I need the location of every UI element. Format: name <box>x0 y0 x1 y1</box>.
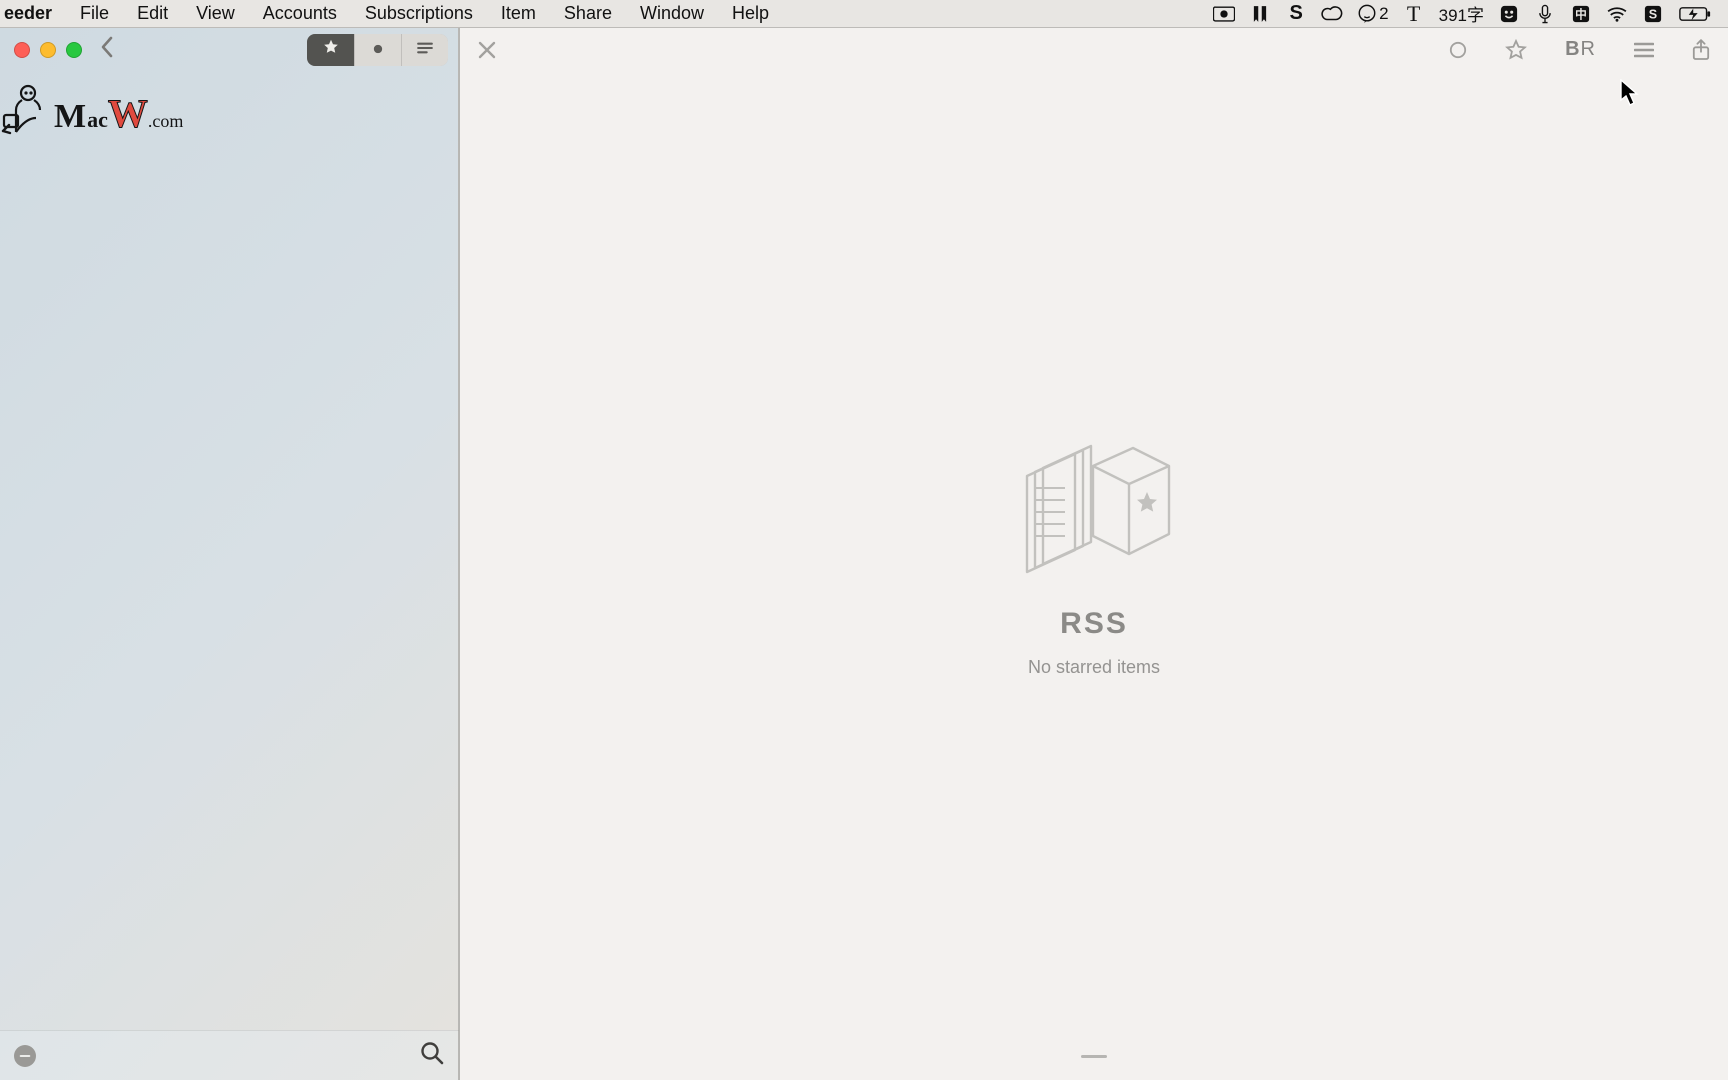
wifi-icon[interactable] <box>1606 3 1628 25</box>
macw-text: M ac W .com <box>54 90 183 137</box>
empty-subtitle: No starred items <box>1028 657 1160 678</box>
creative-cloud-icon[interactable] <box>1321 3 1343 25</box>
back-button[interactable] <box>100 36 114 63</box>
filter-unread[interactable] <box>354 34 401 66</box>
watermark-w: W <box>108 90 148 137</box>
filter-all[interactable] <box>401 34 448 66</box>
empty-title: RSS <box>1060 607 1128 641</box>
text-tool-icon[interactable]: T <box>1403 3 1425 25</box>
menu-edit[interactable]: Edit <box>123 3 182 24</box>
s-app-icon[interactable]: S <box>1285 3 1307 25</box>
input-source-icon[interactable]: 中 <box>1570 3 1592 25</box>
bookmark-icon[interactable] <box>1249 3 1271 25</box>
minimize-window-button[interactable] <box>40 42 56 58</box>
menu-item[interactable]: Item <box>487 3 550 24</box>
chat-icon[interactable]: 2 <box>1357 3 1388 25</box>
s-square-icon[interactable]: S <box>1642 3 1664 25</box>
screen-record-icon[interactable] <box>1213 3 1235 25</box>
menu-view[interactable]: View <box>182 3 249 24</box>
macw-watermark: M ac W .com <box>0 81 183 137</box>
menu-share[interactable]: Share <box>550 3 626 24</box>
rss-empty-icon <box>1009 430 1179 585</box>
remove-button[interactable] <box>14 1045 36 1067</box>
clock-smiley-icon[interactable] <box>1498 3 1520 25</box>
svg-text:中: 中 <box>1575 7 1587 21</box>
watermark-m: M <box>54 98 87 136</box>
watermark-ac: ac <box>87 107 108 133</box>
star-filled-icon <box>323 39 339 60</box>
menu-accounts[interactable]: Accounts <box>249 3 351 24</box>
menu-file[interactable]: File <box>66 3 123 24</box>
filter-segmented-control <box>307 34 448 66</box>
sidebar-body: M ac W .com <box>0 71 458 1036</box>
menubar-status: S 2 T 391字 中 S <box>1213 1 1720 26</box>
app-menu[interactable]: eeder <box>0 3 66 24</box>
word-count[interactable]: 391字 <box>1439 1 1484 26</box>
macw-logo-icon <box>0 81 50 137</box>
sidebar-toolbar <box>0 28 458 71</box>
menubar: eeder File Edit View Accounts Subscripti… <box>0 0 1728 28</box>
chat-count: 2 <box>1379 4 1388 24</box>
mouse-cursor-icon <box>1620 79 1640 107</box>
menu-window[interactable]: Window <box>626 3 718 24</box>
menu-subscriptions[interactable]: Subscriptions <box>351 3 487 24</box>
menu-help[interactable]: Help <box>718 3 783 24</box>
microphone-icon[interactable] <box>1534 3 1556 25</box>
content-pane: BR <box>459 28 1728 1080</box>
app-window: M ac W .com <box>0 28 1728 1080</box>
svg-text:S: S <box>1649 7 1657 21</box>
window-controls <box>10 42 82 58</box>
menubar-left: eeder File Edit View Accounts Subscripti… <box>0 3 783 24</box>
sidebar: M ac W .com <box>0 28 459 1036</box>
list-icon <box>417 41 433 59</box>
bottom-drag-handle[interactable] <box>1081 1055 1107 1058</box>
filter-starred[interactable] <box>307 34 354 66</box>
battery-icon[interactable] <box>1678 3 1712 25</box>
empty-state: RSS No starred items <box>460 28 1728 1080</box>
watermark-com: .com <box>148 111 184 132</box>
close-window-button[interactable] <box>14 42 30 58</box>
zoom-window-button[interactable] <box>66 42 82 58</box>
dot-icon <box>373 41 383 59</box>
search-button[interactable] <box>420 1041 444 1070</box>
sidebar-footer <box>0 1030 459 1080</box>
